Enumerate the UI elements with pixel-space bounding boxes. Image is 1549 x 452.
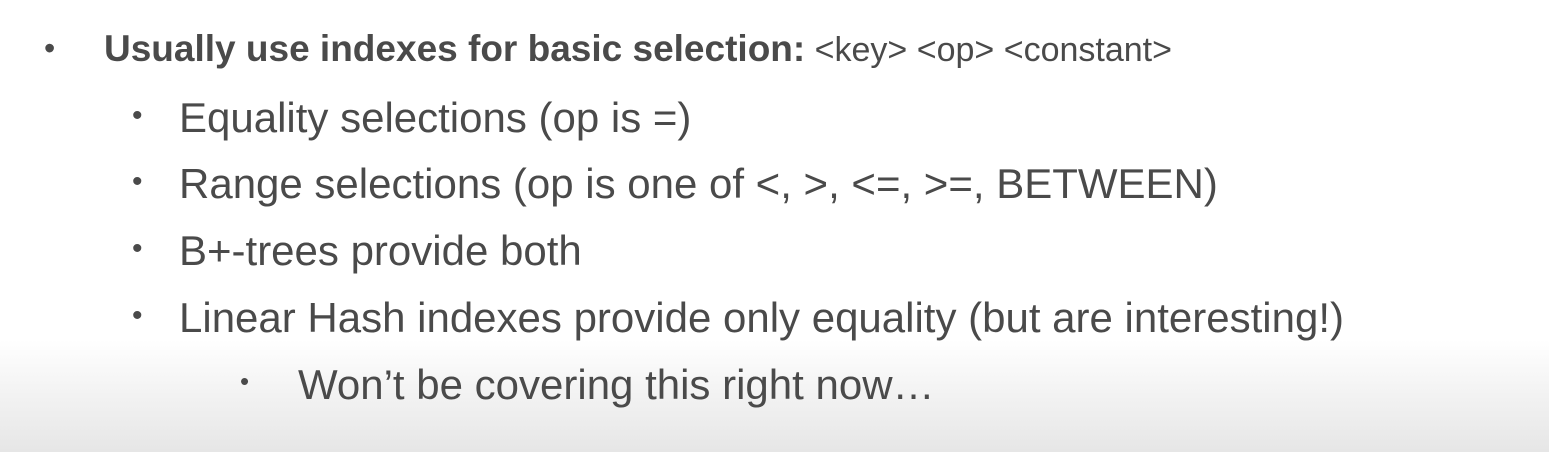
sub-bullet-text: Equality selections (op is =) bbox=[179, 94, 692, 141]
main-bullet-icon: • bbox=[44, 30, 56, 66]
sub-bullet-text: Linear Hash indexes provide only equalit… bbox=[179, 294, 1344, 341]
sub-sub-bullet-icon: • bbox=[240, 366, 250, 396]
sub-bullet-text: B+-trees provide both bbox=[179, 227, 582, 274]
main-bullet-bold-text: Usually use indexes for basic selection: bbox=[104, 28, 806, 69]
main-bullet-text: Usually use indexes for basic selection:… bbox=[104, 30, 1172, 67]
slide: • Usually use indexes for basic selectio… bbox=[0, 0, 1549, 452]
sub-bullet-icon: • bbox=[132, 165, 143, 198]
sub-bullet-icon: • bbox=[132, 99, 143, 132]
sub-sub-bullet-text: Won’t be covering this right now… bbox=[298, 361, 935, 408]
sub-bullet-icon: • bbox=[132, 232, 143, 265]
sub-bullet-text: Range selections (op is one of <, >, <=,… bbox=[179, 160, 1218, 207]
main-bullet-normal-text: <key> <op> <constant> bbox=[805, 31, 1172, 69]
sub-bullet-icon: • bbox=[132, 299, 143, 332]
